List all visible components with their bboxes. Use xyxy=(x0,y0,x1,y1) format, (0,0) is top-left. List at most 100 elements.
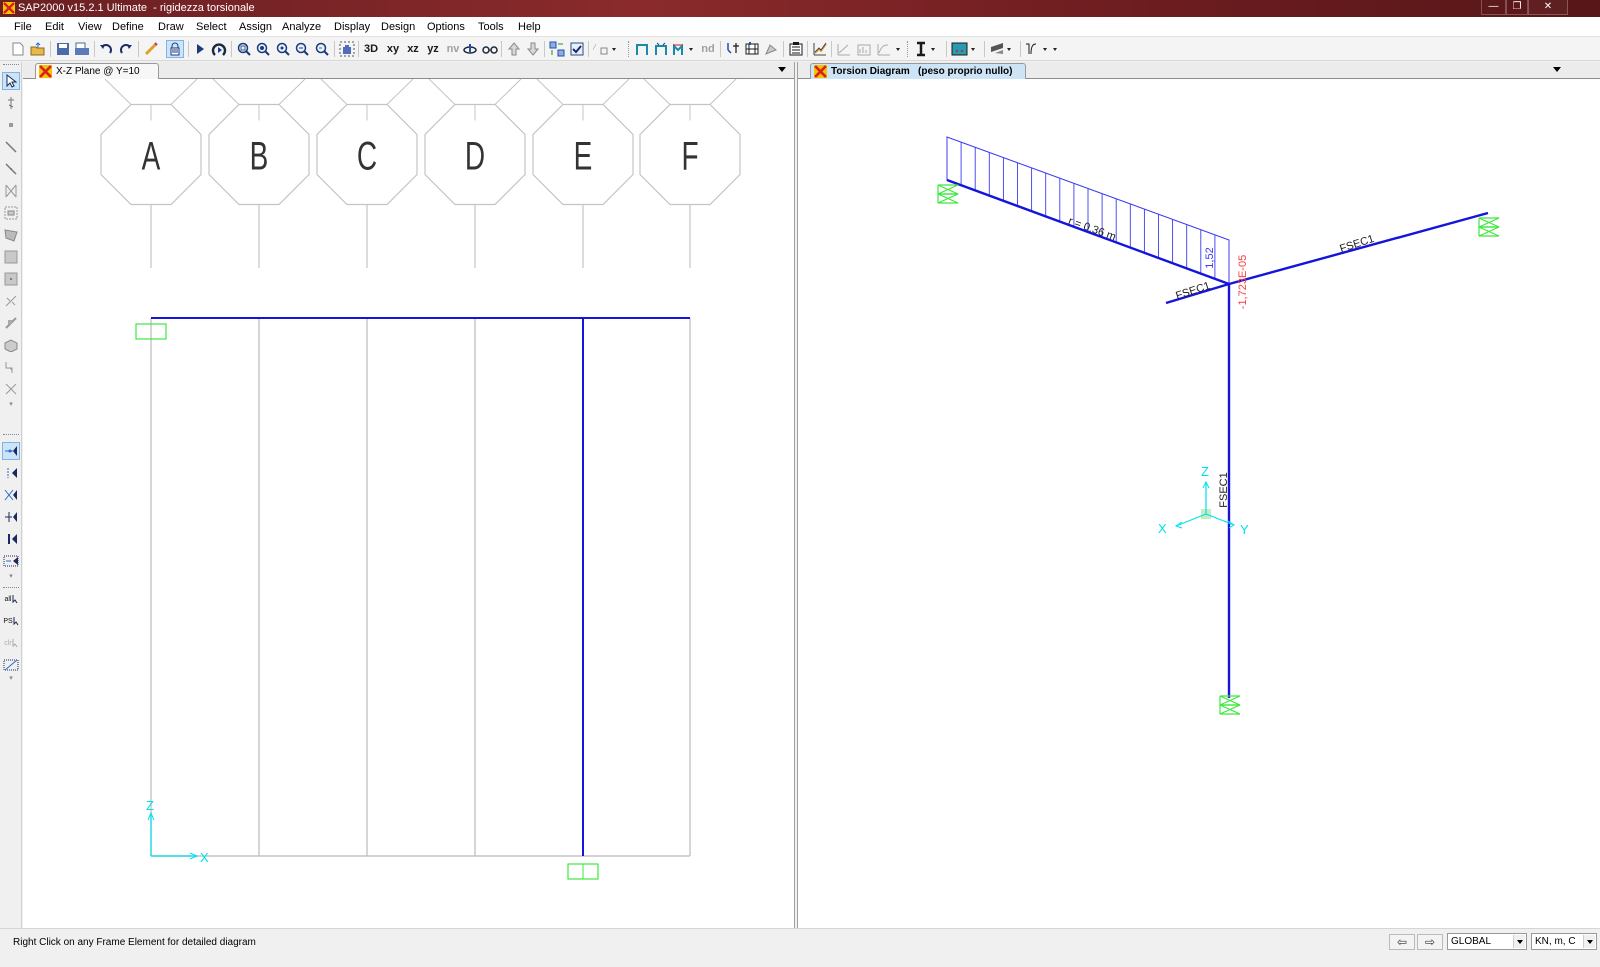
select-all-icon[interactable]: all xyxy=(2,590,20,608)
set-3d-view-icon[interactable]: 3D xyxy=(362,40,380,58)
more-snap-tools-chevron-icon[interactable]: ▾ xyxy=(2,572,20,580)
menu-assign[interactable]: Assign xyxy=(239,21,272,33)
more-draw-tools-chevron-icon[interactable]: ▾ xyxy=(2,400,20,408)
new-model-icon[interactable] xyxy=(9,40,27,58)
menu-options[interactable]: Options xyxy=(427,21,465,33)
show-tables-icon[interactable] xyxy=(743,40,761,58)
chevron-down-icon[interactable] xyxy=(1583,935,1595,948)
show-section-cuts-icon[interactable] xyxy=(855,40,873,58)
close-button[interactable]: ✕ xyxy=(1528,0,1568,15)
menu-analyze[interactable]: Analyze xyxy=(282,21,321,33)
design-icon[interactable] xyxy=(988,40,1016,58)
menu-define[interactable]: Define xyxy=(112,21,144,33)
display-options-icon[interactable] xyxy=(548,40,566,58)
tab-xz-plane[interactable]: X-Z Plane @ Y=10 xyxy=(35,63,159,79)
run-analysis-icon[interactable] xyxy=(191,40,209,58)
menu-view[interactable]: View xyxy=(78,21,102,33)
menu-edit[interactable]: Edit xyxy=(45,21,64,33)
menu-design[interactable]: Design xyxy=(381,21,415,33)
menu-select[interactable]: Select xyxy=(196,21,227,33)
show-response-icon[interactable] xyxy=(811,40,829,58)
move-down-icon[interactable] xyxy=(524,40,542,58)
draw-joint-icon[interactable] xyxy=(2,116,20,134)
show-forces-icon[interactable] xyxy=(671,40,697,58)
draw-frame-icon[interactable] xyxy=(2,138,20,156)
minimize-button[interactable]: — xyxy=(1481,0,1506,15)
print-icon[interactable] xyxy=(73,40,91,58)
support-restraint-right[interactable] xyxy=(1478,217,1500,237)
show-undeformed-icon[interactable]: ⁄ xyxy=(592,40,618,58)
set-nv-view-icon[interactable]: nv xyxy=(443,40,463,58)
zoom-fit-icon[interactable] xyxy=(293,40,311,58)
support-restraint-base[interactable] xyxy=(1219,695,1241,715)
show-loads-icon[interactable] xyxy=(633,40,651,58)
toolbar-grip[interactable] xyxy=(3,587,19,588)
previous-step-button[interactable]: ⇦ xyxy=(1389,934,1415,950)
draw-rect-area-icon[interactable] xyxy=(2,248,20,266)
zoom-in-icon[interactable] xyxy=(254,40,272,58)
units-select[interactable]: KN, m, C xyxy=(1531,933,1597,950)
draw-special-joint-icon[interactable] xyxy=(2,380,20,398)
torsion-diagram-view[interactable]: Torsion Diagram (peso proprio nullo) r =… xyxy=(797,62,1600,928)
move-up-icon[interactable] xyxy=(505,40,523,58)
run-now-icon[interactable] xyxy=(210,40,228,58)
show-joint-reactions-icon[interactable] xyxy=(724,40,742,58)
snap-perpendicular-icon[interactable] xyxy=(2,508,20,526)
restore-button[interactable]: ❐ xyxy=(1506,0,1528,15)
tab-torsion-diagram[interactable]: Torsion Diagram (peso proprio nullo) xyxy=(810,63,1026,79)
quick-draw-frame-icon[interactable] xyxy=(2,160,20,178)
set-yz-view-icon[interactable]: yz xyxy=(423,40,443,58)
zoom-window-icon[interactable] xyxy=(235,40,253,58)
refresh-icon[interactable] xyxy=(568,40,586,58)
pencil-icon[interactable] xyxy=(142,40,160,58)
toolbar-grip[interactable] xyxy=(3,64,19,65)
menu-help[interactable]: Help xyxy=(518,21,541,33)
perspective-icon[interactable] xyxy=(481,40,499,58)
xz-plane-view[interactable]: X-Z Plane @ Y=10 A B C D E F Z X xyxy=(23,62,795,928)
menu-tools[interactable]: Tools xyxy=(478,21,504,33)
save-icon[interactable] xyxy=(54,40,72,58)
function-icon[interactable] xyxy=(1023,40,1063,58)
draw-solid-icon[interactable] xyxy=(2,336,20,354)
toolbar-grip[interactable] xyxy=(3,434,19,435)
coordinate-system-select[interactable]: GLOBAL xyxy=(1447,933,1527,950)
show-steps-icon[interactable] xyxy=(835,40,853,58)
draw-link-icon[interactable] xyxy=(2,292,20,310)
undo-icon[interactable] xyxy=(97,40,115,58)
pan-icon[interactable] xyxy=(338,40,356,58)
clear-selection-icon[interactable]: clr xyxy=(2,634,20,652)
view-list-dropdown-icon[interactable] xyxy=(1553,67,1561,72)
next-step-button[interactable]: ⇨ xyxy=(1417,934,1443,950)
show-nd-icon[interactable]: nd xyxy=(699,40,717,58)
menu-file[interactable]: File xyxy=(14,21,32,33)
more-select-tools-chevron-icon[interactable]: ▾ xyxy=(2,674,20,682)
snap-fine-grid-icon[interactable] xyxy=(2,552,20,570)
redo-icon[interactable] xyxy=(117,40,135,58)
rotate-view-icon[interactable] xyxy=(461,40,479,58)
draw-poly-area-icon[interactable] xyxy=(2,226,20,244)
show-deformed-icon[interactable] xyxy=(652,40,670,58)
select-previous-icon[interactable]: PS xyxy=(2,612,20,630)
show-plot-functions-icon[interactable] xyxy=(787,40,805,58)
support-restraint-left[interactable] xyxy=(937,184,959,204)
snap-lines-icon[interactable] xyxy=(2,530,20,548)
reshape-icon[interactable] xyxy=(2,94,20,112)
chevron-down-icon[interactable] xyxy=(1513,935,1525,948)
zoom-previous-icon[interactable] xyxy=(313,40,331,58)
quick-draw-secondary-icon[interactable] xyxy=(2,204,20,222)
torsion-diagram[interactable] xyxy=(946,136,1230,285)
snap-point-icon[interactable] xyxy=(2,442,20,460)
draw-section-cut-icon[interactable] xyxy=(2,314,20,332)
menu-display[interactable]: Display xyxy=(334,21,370,33)
pointer-icon[interactable] xyxy=(2,72,20,90)
zoom-out-icon[interactable] xyxy=(274,40,292,58)
draw-tendon-icon[interactable] xyxy=(2,358,20,376)
quick-draw-area-icon[interactable] xyxy=(2,270,20,288)
quick-draw-braces-icon[interactable] xyxy=(2,182,20,200)
snap-intersection-icon[interactable] xyxy=(2,486,20,504)
torsion-diagram-canvas[interactable]: r = 0.36 m1,52 -1,723E-05FSEC1FSEC1FSEC1Z… xyxy=(798,79,1600,928)
xz-plane-canvas[interactable]: A B C D E F Z X xyxy=(23,79,795,928)
lock-icon[interactable] xyxy=(166,40,184,58)
show-more-response-icon[interactable] xyxy=(875,40,903,58)
select-intersecting-icon[interactable] xyxy=(2,656,20,674)
